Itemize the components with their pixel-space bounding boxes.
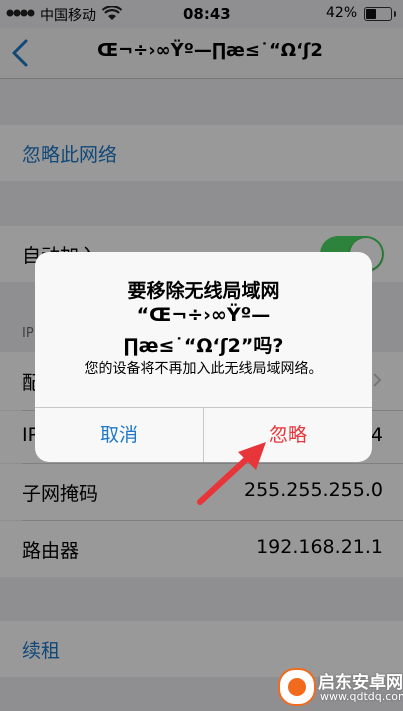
remove-network-alert: 要移除无线局域网 “Œ¬÷›∞Ÿº— ∏æ≤˙“Ω‘ʃ2”吗? 您的设备将不再加… bbox=[35, 252, 372, 462]
alert-message: 您的设备将不再加入此无线局域网络。 bbox=[84, 361, 323, 377]
alert-title-line-2: “Œ¬÷›∞Ÿº— bbox=[136, 304, 271, 326]
alert-title-line-3: ∏æ≤˙“Ω‘ʃ2”吗? bbox=[123, 335, 284, 357]
watermark-logo: 启东安卓网 www.qdtdq.com bbox=[268, 662, 403, 711]
watermark-url: www.qdtdq.com bbox=[320, 690, 403, 703]
alert-title-line-1: 要移除无线局域网 bbox=[127, 280, 280, 302]
watermark-logo-icon bbox=[278, 668, 316, 706]
cancel-button[interactable]: 取消 bbox=[35, 408, 203, 462]
annotation-arrow-icon bbox=[197, 442, 266, 505]
